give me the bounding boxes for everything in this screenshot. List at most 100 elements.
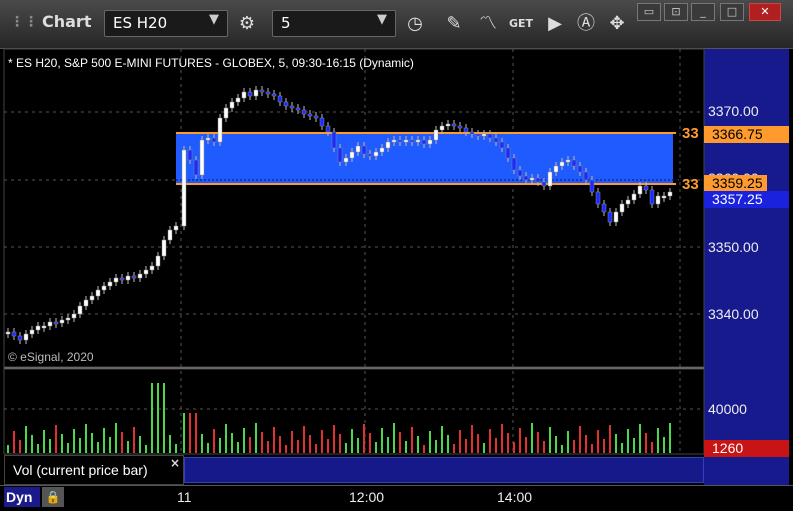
candle-body bbox=[385, 141, 391, 149]
candle-body bbox=[167, 229, 173, 241]
candle-body bbox=[391, 139, 397, 143]
candle-body bbox=[23, 333, 29, 341]
candle-body bbox=[101, 285, 107, 291]
candle-body bbox=[265, 91, 271, 95]
volume-tick: 40000 bbox=[708, 401, 747, 417]
time-axis[interactable] bbox=[0, 485, 793, 511]
candle-body bbox=[661, 195, 667, 199]
candle-body bbox=[403, 139, 409, 143]
candle-body bbox=[481, 133, 487, 137]
candle-body bbox=[65, 317, 71, 321]
candle-body bbox=[631, 193, 637, 201]
candle-body bbox=[607, 211, 613, 223]
candle-body bbox=[205, 137, 211, 141]
candle-body bbox=[113, 277, 119, 283]
candle-body bbox=[83, 299, 89, 307]
candle-body bbox=[487, 133, 493, 139]
candle-body bbox=[475, 133, 481, 137]
candle-body bbox=[301, 109, 307, 115]
candle-body bbox=[397, 139, 403, 143]
price-pane-border bbox=[3, 48, 705, 368]
candle-body bbox=[343, 157, 349, 163]
candle-body bbox=[119, 277, 125, 281]
lower-line-label: 33 bbox=[682, 176, 699, 193]
candle-body bbox=[229, 101, 235, 109]
candle-body bbox=[439, 125, 445, 131]
candle-body bbox=[493, 137, 499, 143]
candle-body bbox=[457, 125, 463, 129]
candle-body bbox=[445, 123, 451, 127]
dynamic-mode-button[interactable]: Dyn bbox=[4, 487, 40, 507]
price-tick: 3340.00 bbox=[708, 306, 759, 322]
last-volume-label: 1260 bbox=[704, 440, 789, 457]
candle-body bbox=[211, 137, 217, 143]
volume-study-label[interactable]: Vol (current price bar) bbox=[4, 455, 184, 485]
candle-body bbox=[331, 131, 337, 149]
candle-body bbox=[373, 151, 379, 157]
candle-body bbox=[253, 89, 259, 97]
candle-body bbox=[499, 141, 505, 149]
candle-body bbox=[325, 125, 331, 133]
candle-body bbox=[5, 331, 11, 335]
candle-body bbox=[71, 313, 77, 319]
lock-icon[interactable]: 🔒 bbox=[42, 487, 64, 507]
candle-body bbox=[181, 149, 187, 227]
close-icon[interactable]: × bbox=[170, 456, 180, 470]
candle-body bbox=[349, 151, 355, 159]
candle-body bbox=[667, 191, 673, 197]
candle-body bbox=[143, 269, 149, 275]
candle-body bbox=[535, 177, 541, 183]
candle-body bbox=[107, 281, 113, 287]
upper-line-label: 33 bbox=[682, 125, 699, 142]
candle-body bbox=[589, 179, 595, 193]
candle-body bbox=[361, 145, 367, 155]
candle-body bbox=[89, 295, 95, 301]
candle-body bbox=[47, 321, 53, 327]
candle-body bbox=[571, 159, 577, 167]
candle-body bbox=[161, 239, 167, 257]
upper-line-price-label: 3366.75 bbox=[704, 126, 789, 143]
candle-body bbox=[637, 185, 643, 195]
candle-body bbox=[463, 127, 469, 133]
candle-body bbox=[193, 159, 199, 176]
candle-body bbox=[421, 139, 427, 145]
candle-body bbox=[595, 191, 601, 205]
candle-body bbox=[511, 157, 517, 171]
candle-body bbox=[95, 289, 101, 297]
candle-body bbox=[173, 225, 179, 231]
candle-body bbox=[415, 139, 421, 143]
candle-body bbox=[131, 275, 137, 279]
candle-body bbox=[517, 169, 523, 177]
candle-body bbox=[271, 93, 277, 97]
candle-body bbox=[11, 331, 17, 337]
candle-body bbox=[41, 325, 47, 329]
time-tick: 11 bbox=[177, 489, 192, 505]
candle-body bbox=[649, 189, 655, 205]
candle-body bbox=[77, 305, 83, 315]
candle-body bbox=[565, 159, 571, 163]
chart-canvas[interactable] bbox=[0, 0, 793, 510]
candle-body bbox=[223, 107, 229, 119]
time-tick: 12:00 bbox=[349, 489, 385, 505]
candle-body bbox=[283, 101, 289, 107]
price-tick: 3350.00 bbox=[708, 239, 759, 255]
candle-body bbox=[199, 139, 205, 176]
candle-body bbox=[259, 89, 265, 93]
candle-body bbox=[553, 165, 559, 173]
candle-body bbox=[409, 139, 415, 143]
volume-study-text: Vol (current price bar) bbox=[13, 462, 148, 478]
candle-body bbox=[217, 117, 223, 143]
candle-body bbox=[295, 107, 301, 111]
candle-body bbox=[187, 149, 193, 161]
symbol-description: * ES H20, S&P 500 E-MINI FUTURES - GLOBE… bbox=[8, 56, 414, 70]
candle-body bbox=[619, 203, 625, 213]
candle-body bbox=[35, 325, 41, 331]
candle-body bbox=[313, 115, 319, 119]
candle-body bbox=[355, 145, 361, 153]
time-tick: 14:00 bbox=[497, 489, 533, 505]
price-tick: 3370.00 bbox=[708, 103, 759, 119]
candle-body bbox=[577, 165, 583, 173]
candle-body bbox=[247, 91, 253, 97]
candle-body bbox=[149, 265, 155, 271]
candle-body bbox=[53, 321, 59, 325]
